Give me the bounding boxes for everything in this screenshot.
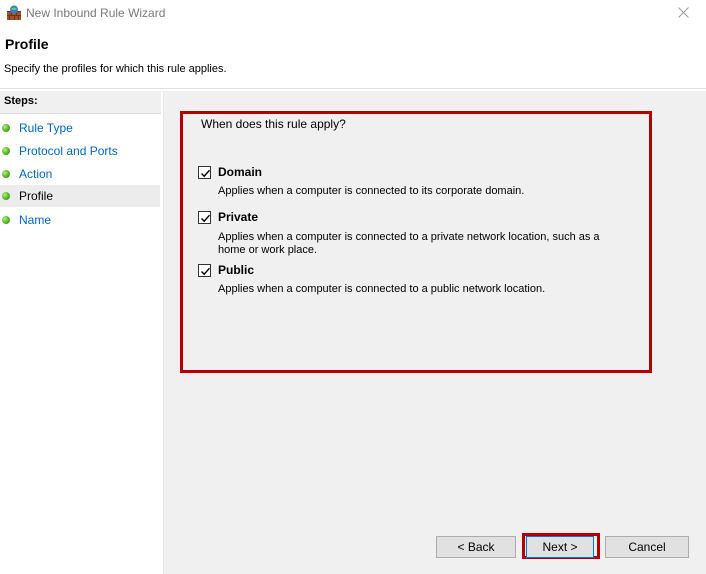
steps-panel: Steps: Rule Type Protocol and Ports Acti… — [0, 91, 161, 574]
private-label[interactable]: Private — [218, 210, 258, 224]
step-protocol-and-ports[interactable]: Protocol and Ports — [0, 140, 160, 162]
private-description: Applies when a computer is connected to … — [218, 231, 600, 256]
step-status-icon — [2, 216, 10, 224]
step-status-icon — [2, 170, 10, 178]
wizard-window: New Inbound Rule Wizard Profile Specify … — [0, 0, 706, 574]
steps-title-label: Steps: — [4, 95, 38, 107]
step-label: Profile — [19, 189, 54, 203]
step-label: Action — [19, 167, 53, 181]
rule-question: When does this rule apply? — [201, 117, 346, 131]
window-title: New Inbound Rule Wizard — [26, 6, 166, 20]
step-label: Name — [19, 213, 52, 227]
public-checkbox[interactable] — [198, 264, 211, 277]
public-description: Applies when a computer is connected to … — [218, 283, 546, 295]
domain-checkbox[interactable] — [198, 166, 211, 179]
step-label: Rule Type — [19, 121, 73, 135]
wizard-header: Profile Specify the profiles for which t… — [0, 28, 706, 88]
header-divider — [0, 88, 706, 89]
title-bar: New Inbound Rule Wizard — [0, 0, 706, 28]
step-action[interactable]: Action — [0, 163, 160, 185]
steps-heading: Steps: — [0, 91, 161, 114]
cancel-button[interactable]: Cancel — [605, 536, 689, 558]
firewall-icon — [6, 5, 22, 21]
checkmark-icon — [201, 169, 211, 178]
step-status-icon — [2, 147, 10, 155]
back-button[interactable]: < Back — [436, 536, 516, 558]
domain-label[interactable]: Domain — [218, 165, 262, 179]
page-title: Profile — [5, 36, 49, 52]
close-icon — [677, 7, 689, 21]
checkmark-icon — [201, 267, 211, 276]
checkmark-icon — [201, 214, 211, 223]
step-profile[interactable]: Profile — [0, 185, 160, 207]
step-status-icon — [2, 124, 10, 132]
public-label[interactable]: Public — [218, 263, 254, 277]
page-description: Specify the profiles for which this rule… — [4, 63, 227, 75]
next-button[interactable]: Next > — [526, 536, 594, 558]
step-status-icon — [2, 192, 10, 200]
close-button[interactable] — [660, 0, 706, 28]
step-rule-type[interactable]: Rule Type — [0, 117, 160, 139]
private-checkbox[interactable] — [198, 211, 211, 224]
step-label: Protocol and Ports — [19, 144, 118, 158]
step-name[interactable]: Name — [0, 209, 160, 231]
domain-description: Applies when a computer is connected to … — [218, 185, 525, 197]
